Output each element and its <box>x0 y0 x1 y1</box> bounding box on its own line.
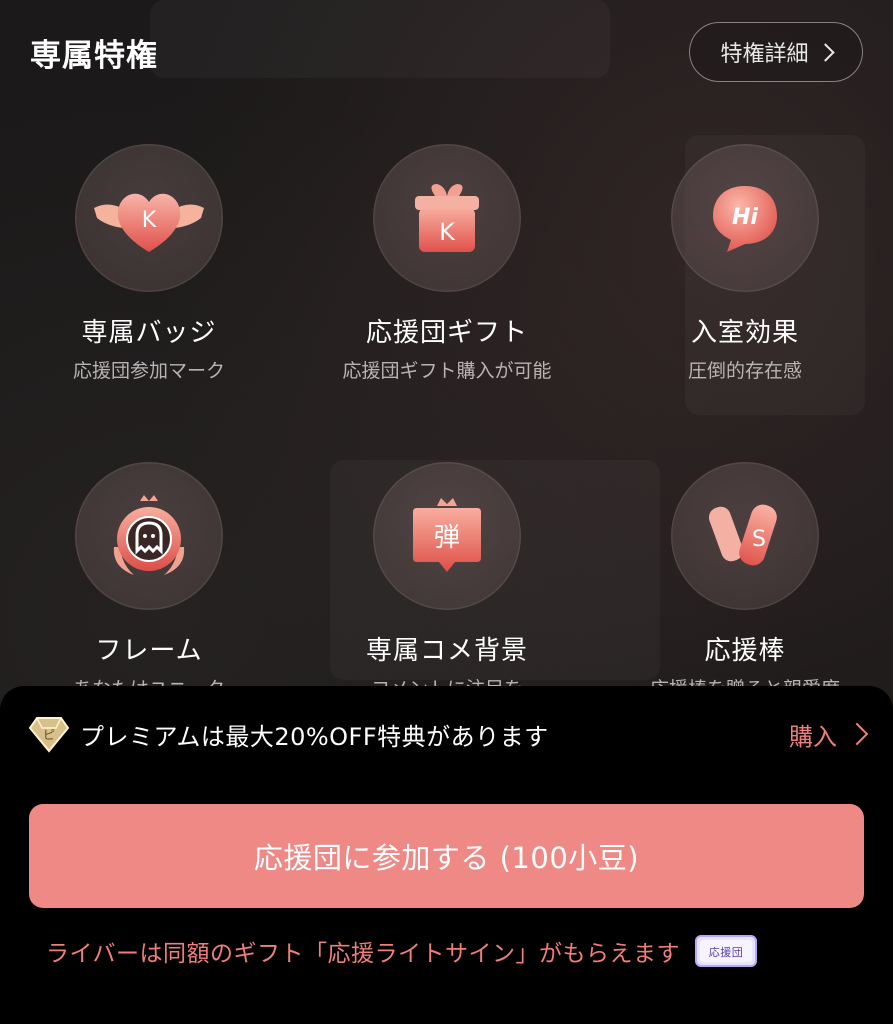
privilege-grid: K 専属バッジ 応援団参加マーク K 応援団ギフト 応援団ギフト購入が可能 Hi… <box>0 0 893 700</box>
feature-subtitle: 応援団参加マーク <box>72 360 225 382</box>
feature-subtitle: 圧倒的存在感 <box>687 360 802 382</box>
badge-k-icon: K <box>94 193 204 252</box>
feature-title: フレーム <box>95 636 203 666</box>
frame-ghost-icon <box>113 495 185 575</box>
feature-icon-circle: 弾 <box>373 462 521 610</box>
premium-promo-text: プレミアムは最大20%OFF特典があります <box>80 722 549 751</box>
svg-text:弾: 弾 <box>434 523 460 553</box>
buy-label: 購入 <box>789 722 837 751</box>
feature-subtitle: 応援団ギフト購入が可能 <box>342 360 552 382</box>
join-fan-club-button[interactable]: 応援団に参加する (100小豆) <box>29 804 864 908</box>
hi-bubble-icon: Hi <box>713 186 777 252</box>
svg-text:K: K <box>439 218 456 246</box>
feature-icon-circle: S <box>671 462 819 610</box>
feature-title: 入室効果 <box>690 318 799 348</box>
cheer-light-sign-sticker: 応援団 <box>695 935 758 967</box>
feature-cheer-stick[interactable]: S 応援棒 応援棒を贈ると親愛度 <box>620 462 870 703</box>
feature-icon-circle <box>75 462 223 610</box>
feature-support-gift[interactable]: K 応援団ギフト 応援団ギフト購入が可能 <box>322 144 572 385</box>
feature-exclusive-badge[interactable]: K 専属バッジ 応援団参加マーク <box>24 144 274 385</box>
feature-frame[interactable]: フレーム あなたはユニーク <box>24 462 274 703</box>
feature-exclusive-comment-bg[interactable]: 弾 専属コメ背景 コメントに注目を <box>322 462 572 703</box>
danmaku-bubble-icon: 弾 <box>413 498 481 572</box>
svg-text:Hi: Hi <box>732 205 758 230</box>
premium-diamond-icon: ピ <box>28 717 70 753</box>
feature-icon-circle: K <box>373 144 521 292</box>
feature-icon-circle: Hi <box>671 144 819 292</box>
svg-text:ピ: ピ <box>43 728 55 742</box>
feature-title: 応援団ギフト <box>365 318 528 348</box>
chevron-right-icon <box>845 722 869 746</box>
svg-text:応援団: 応援団 <box>709 945 744 959</box>
feature-icon-circle: K <box>75 144 223 292</box>
join-bottom-sheet: ピ プレミアムは最大20%OFF特典があります 購入 応援団に参加する (100… <box>0 686 893 1024</box>
svg-text:S: S <box>752 527 766 552</box>
premium-promo-row: ピ プレミアムは最大20%OFF特典があります 購入 <box>28 712 869 756</box>
cheer-stick-icon: S <box>708 504 777 566</box>
liver-gift-note-text: ライバーは同額のギフト「応援ライトサイン」がもらえます <box>46 941 681 967</box>
svg-text:K: K <box>142 208 157 233</box>
feature-entry-effect[interactable]: Hi 入室効果 圧倒的存在感 <box>620 144 870 385</box>
feature-title: 専属バッジ <box>81 318 217 348</box>
liver-gift-note: ライバーは同額のギフト「応援ライトサイン」がもらえます 応援団 <box>46 934 758 968</box>
gift-k-icon: K <box>415 184 479 252</box>
feature-title: 専属コメ背景 <box>365 636 528 666</box>
feature-title: 応援棒 <box>704 636 786 666</box>
buy-link[interactable]: 購入 <box>789 712 869 756</box>
